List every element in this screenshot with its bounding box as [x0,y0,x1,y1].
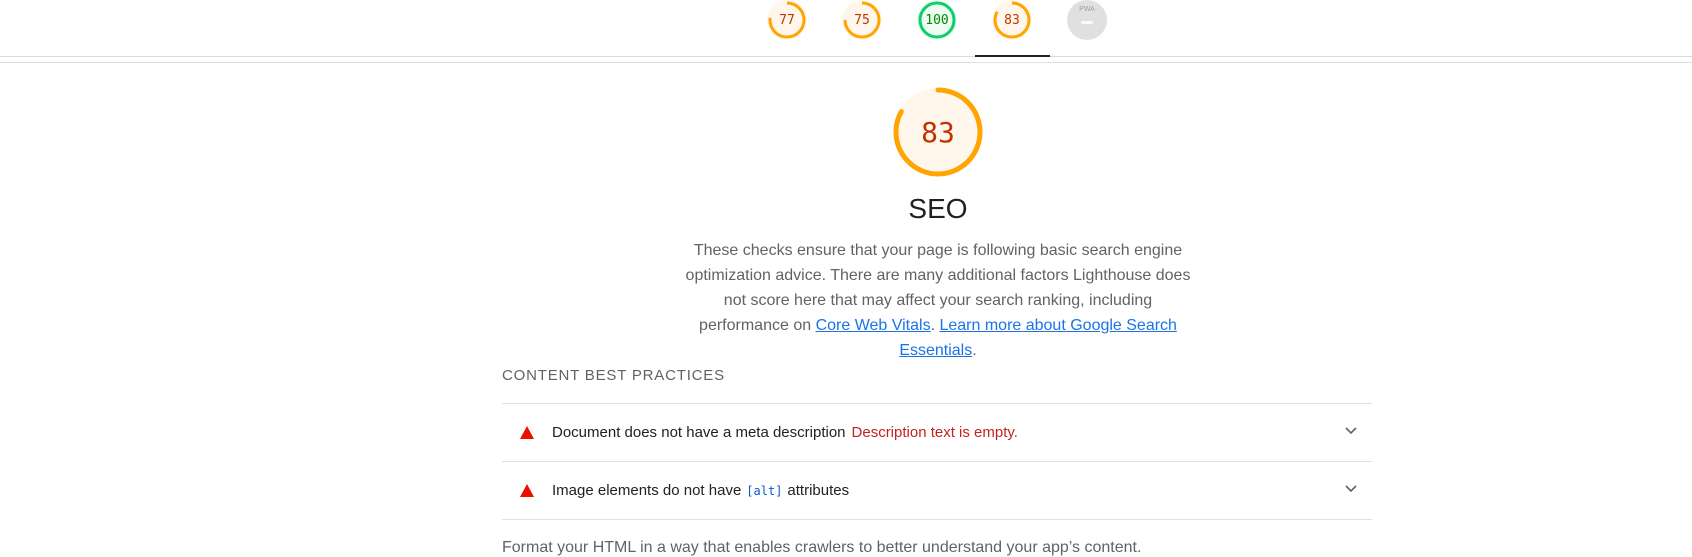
fail-triangle-icon [520,484,534,497]
section-description: Format your HTML in a way that enables c… [502,539,1142,556]
search-essentials-link[interactable]: Learn more about Google Search Essential… [899,317,1177,359]
seo-score: 83 [1004,12,1020,28]
pwa-badge-label: PWA [1079,6,1095,13]
tab-best-practices[interactable]: 100 [900,0,975,56]
pwa-badge-icon: PWA [1067,0,1107,40]
audit-display-value: Description text is empty. [851,424,1018,441]
category-title: SEO [908,193,968,224]
audit-meta-description[interactable]: Document does not have a meta descriptio… [502,403,1372,461]
tab-performance[interactable]: 77 [750,0,825,56]
chevron-down-icon[interactable] [1344,482,1358,496]
audit-code: [alt] [746,483,783,498]
performance-score: 77 [779,12,795,28]
tab-accessibility[interactable]: 75 [825,0,900,56]
audit-title-before: Image elements do not have [552,482,742,499]
chevron-down-icon[interactable] [1344,424,1358,438]
best-practices-score: 100 [925,12,949,28]
seo-score-gauge: 83 [992,0,1032,40]
score-tabs-bar: 77 75 100 83 PWA [0,0,1692,57]
audit-image-alt[interactable]: Image elements do not have [alt] attribu… [502,461,1372,520]
seo-category-gauge: 83 [892,86,984,178]
tab-seo[interactable]: 83 [975,0,1050,57]
category-score: 83 [921,115,955,149]
pwa-dash-icon [1081,21,1093,24]
accessibility-score-gauge: 75 [842,0,882,40]
divider [0,62,1692,63]
tab-pwa[interactable]: PWA [1050,0,1125,56]
accessibility-score: 75 [854,12,870,28]
description-end: . [972,342,977,359]
category-description: These checks ensure that your page is fo… [680,238,1196,363]
audit-title: Document does not have a meta descriptio… [552,424,846,441]
performance-score-gauge: 77 [767,0,807,40]
fail-triangle-icon [520,426,534,439]
audit-title-after: attributes [787,482,850,499]
core-web-vitals-link[interactable]: Core Web Vitals [816,317,931,334]
best-practices-score-gauge: 100 [917,0,957,40]
section-title: CONTENT BEST PRACTICES [502,367,725,384]
